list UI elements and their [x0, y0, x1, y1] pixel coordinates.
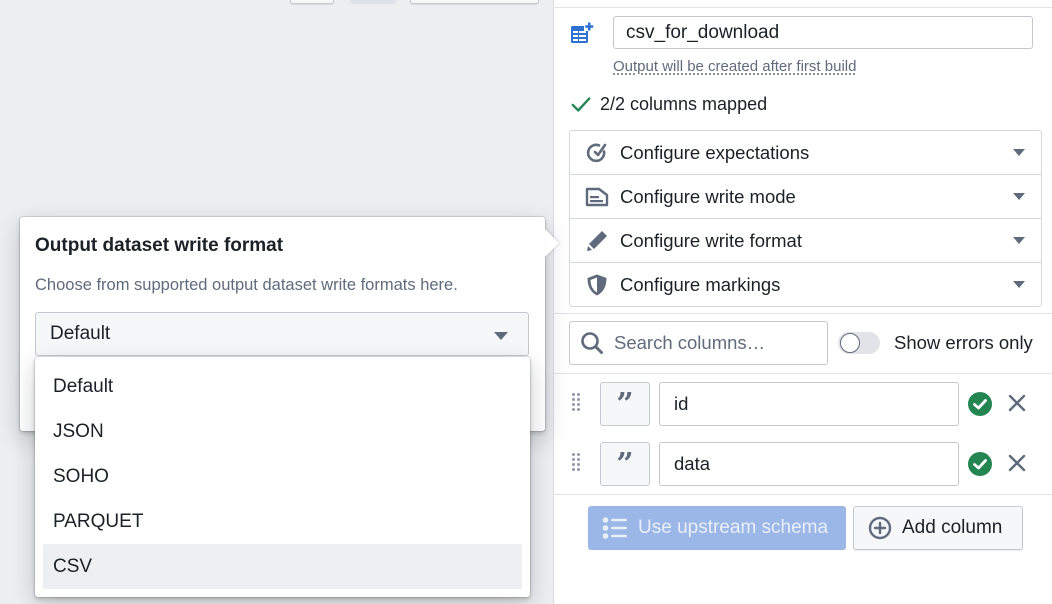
section-label: Configure expectations — [620, 141, 810, 163]
divider — [554, 7, 1052, 8]
drag-handle-icon[interactable] — [572, 453, 582, 475]
output-helper-text: Output will be created after first build — [613, 58, 857, 75]
string-type-button[interactable]: ” — [600, 382, 650, 426]
option-soho[interactable]: SOHO — [43, 454, 522, 499]
section-label: Configure write format — [620, 229, 802, 251]
divider — [554, 313, 1052, 314]
column-name-input[interactable]: id — [659, 382, 959, 426]
popover-arrow — [545, 229, 559, 257]
toggle-knob — [840, 333, 860, 353]
add-column-button[interactable]: Add column — [853, 506, 1023, 550]
caret-down-icon — [1013, 193, 1025, 200]
column-name-value: id — [674, 393, 689, 414]
toolbar-button-3[interactable] — [410, 0, 539, 4]
valid-check-icon — [968, 452, 992, 476]
section-label: Configure write mode — [620, 185, 796, 207]
remove-column-icon[interactable] — [1006, 452, 1028, 474]
column-row: ” id — [554, 382, 1052, 426]
column-name-input[interactable]: data — [659, 442, 959, 486]
column-name-value: data — [674, 453, 711, 474]
write-format-select[interactable]: Default — [35, 312, 529, 356]
caret-down-icon — [494, 332, 508, 340]
column-search[interactable] — [569, 321, 828, 365]
caret-down-icon — [1013, 237, 1025, 244]
popover-description: Choose from supported output dataset wri… — [35, 276, 458, 294]
section-label: Configure markings — [620, 273, 781, 295]
toolbar-button-2[interactable] — [350, 0, 396, 4]
section-configure-write-mode[interactable]: Configure write mode — [570, 175, 1041, 219]
section-configure-expectations[interactable]: Configure expectations — [570, 131, 1041, 175]
toolbar-button-1[interactable] — [290, 0, 334, 4]
check-icon — [571, 97, 591, 112]
quote-icon: ” — [616, 446, 634, 482]
option-json[interactable]: JSON — [43, 409, 522, 454]
option-parquet[interactable]: PARQUET — [43, 499, 522, 544]
columns-mapped-status: 2/2 columns mapped — [570, 93, 767, 115]
section-configure-write-format[interactable]: Configure write format — [570, 219, 1041, 263]
columns-mapped-text: 2/2 columns mapped — [600, 93, 768, 114]
write-mode-icon — [585, 187, 609, 206]
output-name-value: csv_for_download — [626, 21, 780, 43]
search-icon — [581, 332, 603, 354]
shield-icon — [587, 274, 607, 295]
option-default[interactable]: Default — [43, 364, 522, 409]
pencil-icon — [587, 230, 607, 251]
valid-check-icon — [968, 392, 992, 416]
add-circle-icon — [868, 516, 892, 540]
caret-down-icon — [1013, 149, 1025, 156]
popover-title: Output dataset write format — [35, 235, 284, 256]
list-icon — [602, 517, 627, 539]
divider — [554, 494, 1052, 495]
column-row: ” data — [554, 442, 1052, 486]
string-type-button[interactable]: ” — [600, 442, 650, 486]
remove-column-icon[interactable] — [1006, 392, 1028, 414]
drag-handle-icon[interactable] — [572, 393, 582, 415]
use-upstream-schema-button[interactable]: Use upstream schema — [588, 506, 846, 550]
use-upstream-label: Use upstream schema — [638, 517, 829, 538]
output-name-input[interactable]: csv_for_download — [613, 16, 1033, 49]
show-errors-toggle[interactable] — [838, 332, 880, 354]
option-csv[interactable]: CSV — [43, 544, 522, 589]
show-errors-label: Show errors only — [894, 332, 1033, 353]
config-sections: Configure expectations Configure write m… — [569, 130, 1042, 307]
selected-value: Default — [50, 323, 111, 344]
add-column-label: Add column — [902, 517, 1003, 538]
output-config-panel: csv_for_download Output will be created … — [553, 0, 1052, 604]
section-configure-markings[interactable]: Configure markings — [570, 263, 1041, 306]
expectations-icon — [586, 143, 607, 162]
write-format-options-menu: Default JSON SOHO PARQUET CSV — [35, 357, 530, 597]
quote-icon: ” — [616, 386, 634, 422]
table-add-icon — [571, 22, 594, 43]
divider — [554, 373, 1052, 374]
search-columns-input[interactable] — [612, 331, 816, 355]
caret-down-icon — [1013, 281, 1025, 288]
